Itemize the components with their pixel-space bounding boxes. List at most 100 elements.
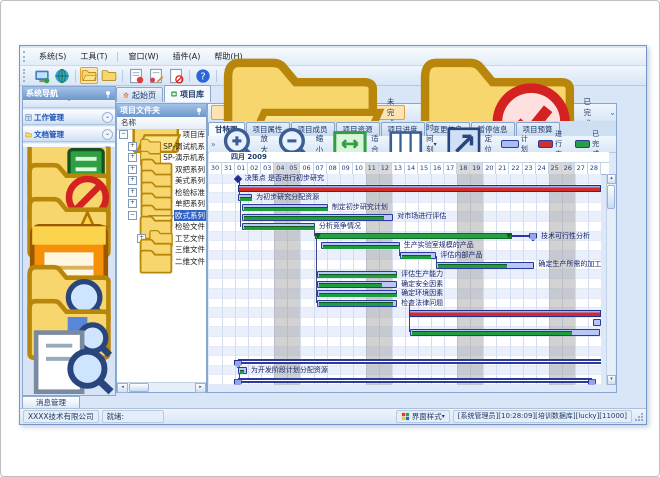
month-label: 四月 2009 bbox=[231, 153, 267, 161]
project-tree: −项目库+SP-调试机系+SP-演示机系+双把系列+美式系列+检验标准+单把系列… bbox=[117, 129, 206, 383]
tree-node-label: 欧式系列 bbox=[174, 210, 206, 221]
task-bar[interactable] bbox=[593, 319, 601, 326]
sidebar-item-6[interactable]: 项目文档查找 bbox=[23, 351, 115, 385]
tab-起始页[interactable]: 起始页 bbox=[116, 87, 163, 102]
task-bar[interactable] bbox=[317, 300, 397, 307]
gantt-vertical-scrollbar[interactable]: ▴ ▾ bbox=[606, 174, 615, 385]
resize-grip[interactable] bbox=[634, 412, 644, 422]
task-bar[interactable] bbox=[317, 271, 397, 278]
expand-plus-icon[interactable]: + bbox=[128, 199, 137, 208]
menu-grip[interactable] bbox=[23, 51, 28, 63]
bar-label: 评估内部产品 bbox=[440, 251, 482, 261]
folder-closed-icon-button[interactable] bbox=[100, 67, 118, 84]
bar-label: 评估生产能力 bbox=[401, 270, 443, 280]
gantt-panel: 未完成已完成⌄ 甘特图项目属性项目成员项目资源项目进度变更信息暂停信息项目预算 … bbox=[207, 103, 617, 393]
task-bar[interactable] bbox=[317, 290, 397, 297]
chevron-down-icon[interactable]: ⌄ bbox=[102, 112, 113, 123]
phase-summary-line[interactable] bbox=[238, 359, 601, 364]
filter-button-已完成[interactable]: 已完成 bbox=[408, 105, 602, 120]
expand-plus-icon[interactable]: + bbox=[128, 188, 137, 197]
task-bar[interactable] bbox=[400, 252, 437, 259]
tree-node-11[interactable]: 二维文件 bbox=[117, 256, 206, 268]
scroll-up-arrow-icon[interactable]: ▴ bbox=[607, 174, 616, 184]
menu-item-2[interactable]: 窗口(W) bbox=[121, 50, 165, 63]
bar-label: 分析竞争情况 bbox=[319, 222, 361, 232]
main-tab-label: 起始页 bbox=[132, 90, 156, 101]
scroll-left-arrow-icon[interactable]: ◂ bbox=[117, 383, 128, 393]
task-bar[interactable] bbox=[321, 242, 399, 249]
doc-delete-icon-button[interactable] bbox=[167, 67, 185, 84]
tree-node-label: 美式系列 bbox=[174, 175, 206, 186]
style-button[interactable]: 界面样式 ▾ bbox=[396, 410, 450, 423]
tree-node-label: SP-调试机系 bbox=[162, 141, 206, 152]
tree-node-label: 三维文件 bbox=[174, 244, 206, 255]
monitor-icon-button[interactable] bbox=[33, 67, 51, 84]
sidebar-group-2[interactable]: 文档管理⌄ bbox=[23, 126, 115, 142]
day-cell-03: 03 bbox=[261, 163, 274, 174]
globe-icon bbox=[54, 68, 70, 84]
phase-summary-line[interactable] bbox=[238, 378, 592, 383]
menu-item-3[interactable]: 插件(A) bbox=[166, 50, 208, 63]
legend-swatch bbox=[575, 140, 590, 148]
toolbar-grip[interactable] bbox=[23, 69, 28, 82]
tab-message-management[interactable]: 消息管理 bbox=[22, 396, 80, 408]
tree-node-label: 二维文件 bbox=[174, 256, 206, 267]
summary-bar-in-progress[interactable] bbox=[238, 185, 601, 192]
tree-panel-header: 项目文件夹 bbox=[117, 104, 206, 117]
app-window: 系统(S)工具(T)窗口(W)插件(A)帮助(H) ? 系统导航 ⌃ 工作管理⌄… bbox=[19, 45, 647, 425]
tree-node-label: 检验文件 bbox=[174, 221, 206, 232]
scroll-thumb[interactable] bbox=[129, 383, 149, 392]
task-bar[interactable] bbox=[242, 214, 394, 221]
task-progress bbox=[244, 207, 328, 211]
chevron-down-icon[interactable]: ⌄ bbox=[102, 129, 113, 140]
scroll-thumb[interactable] bbox=[607, 185, 615, 209]
gantt-chart-area[interactable]: 决策点 是否进行初步研究为初步研究分配资源制定初步研究计划对市场进行评估分析竞争… bbox=[209, 174, 601, 385]
tree-horizontal-scrollbar[interactable]: ◂ ▸ bbox=[117, 382, 206, 392]
more-chevron-icon[interactable]: » bbox=[211, 140, 216, 149]
summary-bar-in-progress[interactable] bbox=[409, 310, 601, 317]
collapse-minus-icon[interactable]: − bbox=[119, 130, 128, 139]
expand-plus-icon[interactable]: + bbox=[128, 176, 137, 185]
sidebar-group-label: 工作管理 bbox=[34, 112, 102, 123]
pushpin-icon[interactable] bbox=[104, 90, 112, 98]
expand-plus-icon[interactable]: + bbox=[128, 165, 137, 174]
day-gridline bbox=[496, 174, 497, 385]
sidebar-group-1[interactable]: 工作管理⌄ bbox=[23, 109, 115, 125]
day-cell-22: 22 bbox=[509, 163, 522, 174]
day-cell-30: 30 bbox=[209, 163, 222, 174]
statusbar-ready: 就绪: bbox=[102, 410, 164, 423]
summary-bar-completed[interactable] bbox=[315, 233, 512, 239]
task-progress bbox=[244, 226, 315, 230]
task-bar[interactable] bbox=[410, 329, 599, 336]
task-bar[interactable] bbox=[238, 194, 252, 201]
task-bar[interactable] bbox=[238, 367, 247, 374]
doc-edit-icon-button[interactable] bbox=[147, 67, 165, 84]
tree-node-label: 单把系列 bbox=[174, 198, 206, 209]
tab-项目库[interactable]: 项目库 bbox=[164, 85, 211, 102]
expand-plus-icon[interactable]: + bbox=[128, 142, 137, 151]
chevron-overflow-icon[interactable]: ⌄ bbox=[609, 108, 616, 117]
collapse-minus-icon[interactable]: − bbox=[128, 211, 137, 220]
task-progress bbox=[412, 331, 571, 335]
day-cell-26: 26 bbox=[562, 163, 575, 174]
task-bar[interactable] bbox=[317, 281, 397, 288]
sidebar-collapse-strip[interactable]: ⌃ bbox=[23, 100, 115, 108]
task-bar[interactable] bbox=[242, 223, 315, 230]
doc-new-icon-button[interactable] bbox=[127, 67, 145, 84]
bar-label: 生产实验室规模的产品 bbox=[404, 241, 474, 251]
bar-label: 确定安全因素 bbox=[401, 280, 443, 290]
filter-button-未完成[interactable]: 未完成 bbox=[211, 105, 405, 120]
folder-open-icon-button[interactable] bbox=[80, 67, 98, 84]
menu-item-0[interactable]: 系统(S) bbox=[32, 50, 73, 63]
task-bar[interactable] bbox=[436, 262, 534, 269]
toolbar-separator bbox=[189, 70, 190, 82]
globe-icon-button[interactable] bbox=[53, 67, 71, 84]
menu-item-1[interactable]: 工具(T) bbox=[73, 50, 114, 63]
scroll-down-arrow-icon[interactable]: ▾ bbox=[607, 375, 616, 385]
pushpin-icon[interactable] bbox=[195, 107, 203, 115]
project-lib-icon bbox=[171, 91, 180, 97]
task-bar[interactable] bbox=[242, 204, 328, 211]
expand-plus-icon[interactable]: + bbox=[128, 153, 137, 162]
scroll-right-arrow-icon[interactable]: ▸ bbox=[195, 383, 206, 393]
help-icon-button[interactable]: ? bbox=[194, 67, 212, 84]
